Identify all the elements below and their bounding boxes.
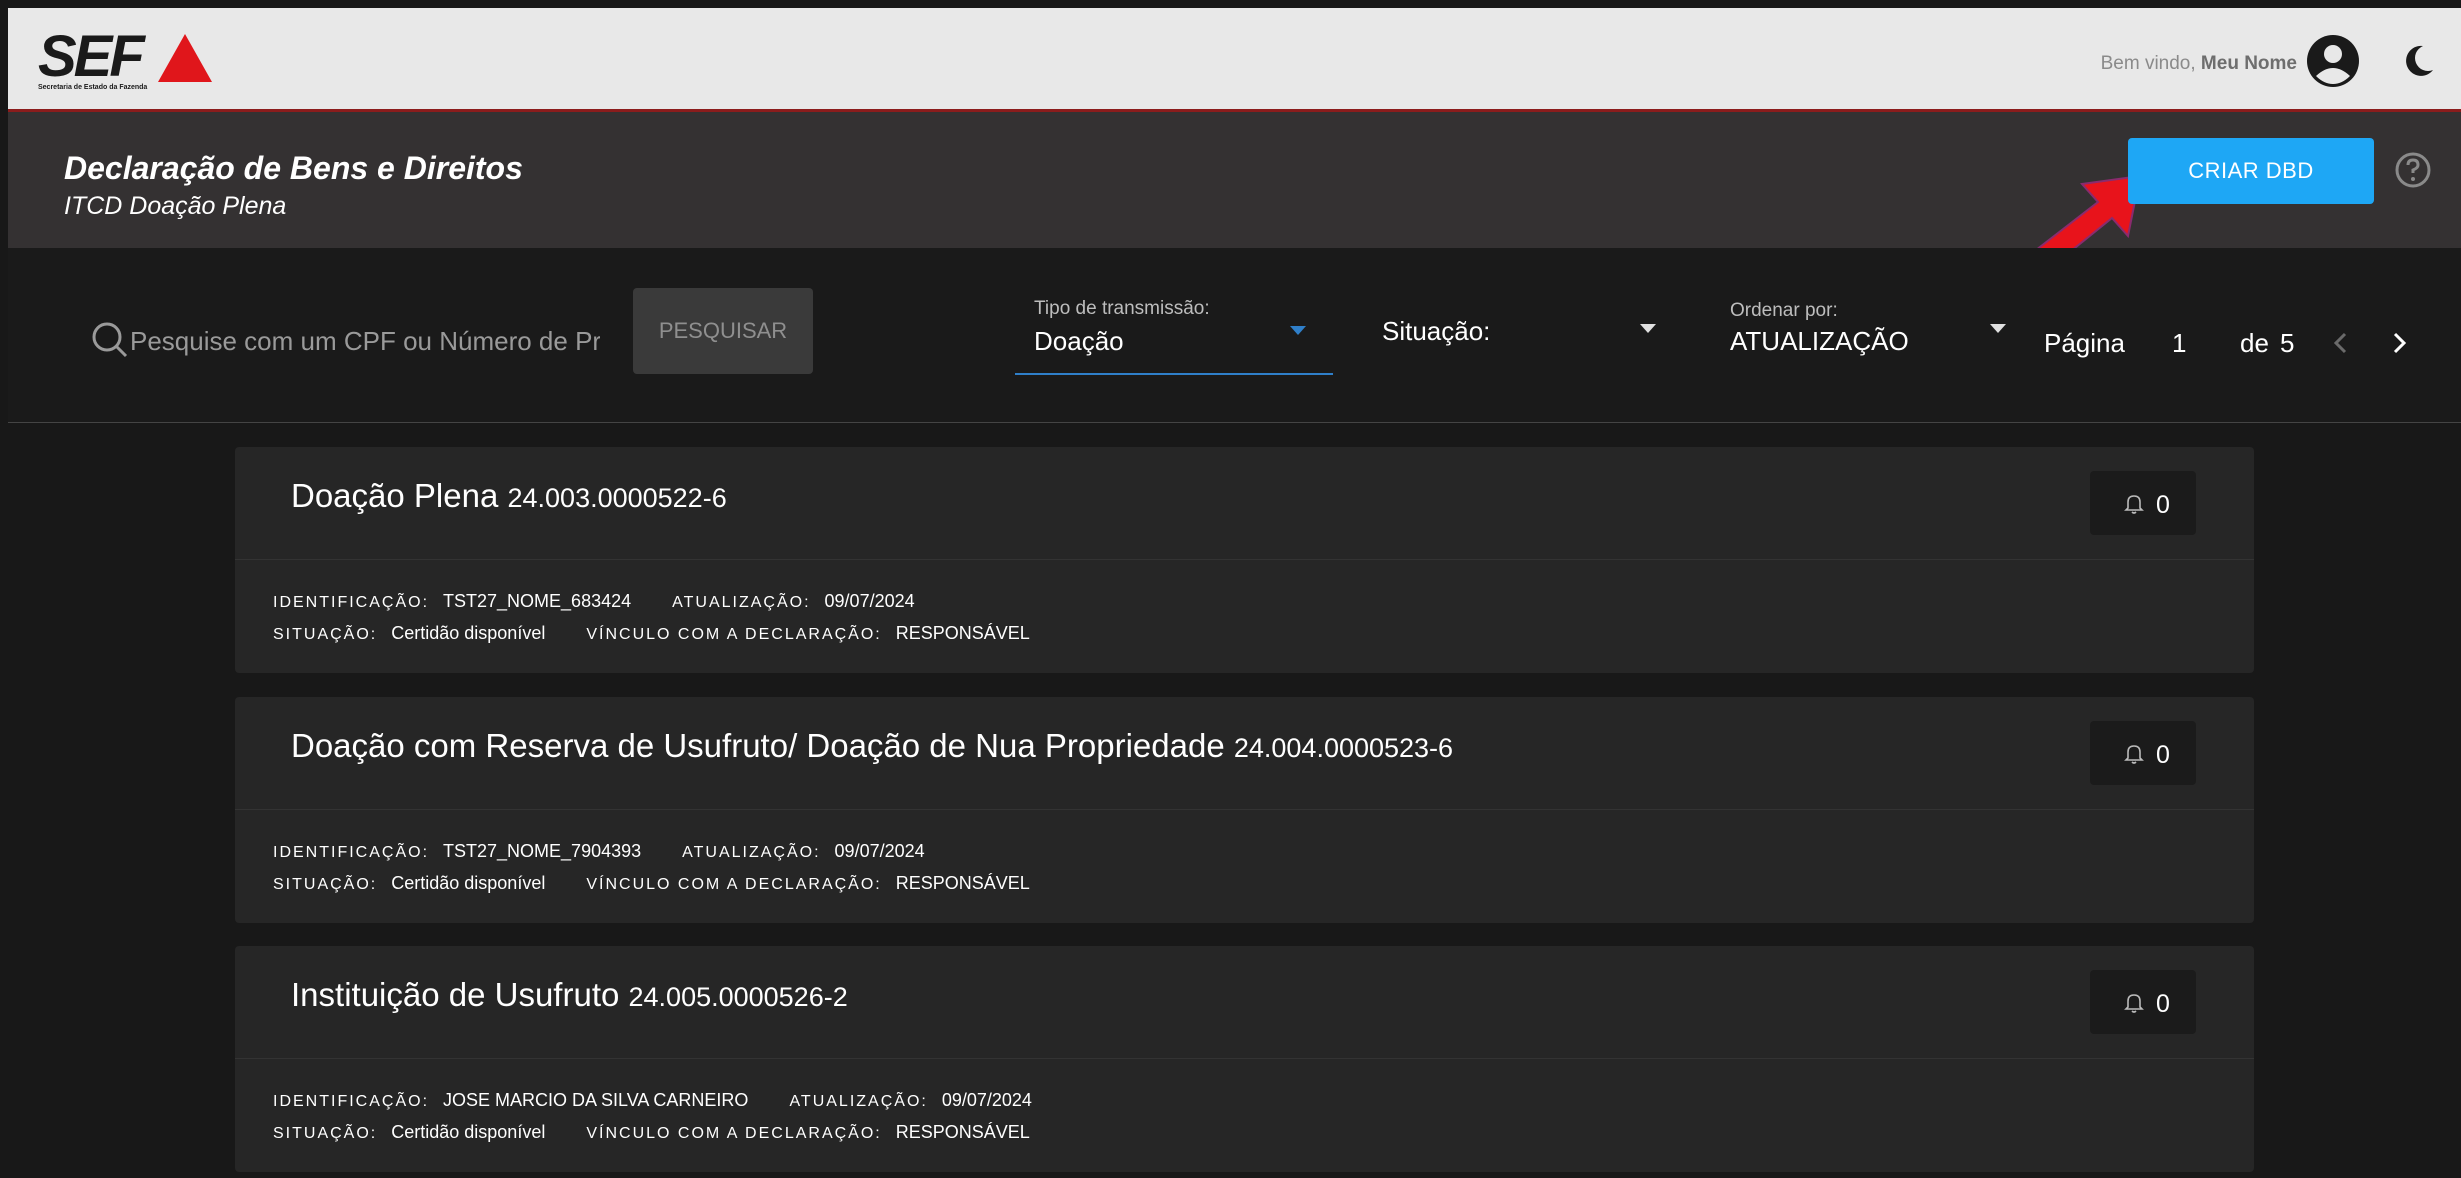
tipo-chevron-down-icon [1290, 326, 1306, 335]
declaration-card[interactable]: Instituição de Usufruto 24.005.0000526-2… [235, 946, 2254, 1172]
situacao-value: Certidão disponível [391, 873, 546, 893]
filter-bar: PESQUISAR Tipo de transmissão: Doação Si… [8, 248, 2461, 423]
card-meta-line-1: IDENTIFICAÇÃO: TST27_NOME_683424 ATUALIZA… [273, 591, 951, 612]
previous-page-chevron-left-icon[interactable] [2324, 326, 2358, 360]
page-title: Declaração de Bens e Direitos [64, 150, 523, 186]
de-label: de [2240, 328, 2269, 358]
logo-text: SEF [38, 24, 145, 89]
card-protocol-code: 24.005.0000526-2 [628, 982, 848, 1012]
situacao-chevron-down-icon [1640, 324, 1656, 333]
identificacao-value: TST27_NOME_7904393 [443, 841, 642, 861]
total-pages: 5 [2280, 328, 2295, 358]
declaration-card[interactable]: Doação Plena 24.003.0000522-6 0 IDENTIFI… [235, 447, 2254, 673]
identificacao-key: IDENTIFICAÇÃO: [273, 1093, 430, 1110]
card-title: Instituição de Usufruto 24.005.0000526-2 [291, 976, 848, 1014]
notifications-button[interactable]: 0 [2090, 970, 2196, 1034]
page-header: Declaração de Bens e Direitos ITCD Doaçã… [8, 112, 2461, 270]
situacao-key: SITUAÇÃO: [273, 876, 378, 893]
user-avatar-icon[interactable] [2306, 34, 2360, 88]
atualizacao-key: ATUALIZAÇÃO: [789, 1093, 928, 1110]
identificacao-value: JOSE MARCIO DA SILVA CARNEIRO [443, 1090, 749, 1110]
vinculo-value: RESPONSÁVEL [895, 873, 1030, 893]
atualizacao-value: 09/07/2024 [824, 591, 915, 611]
card-meta-line-1: IDENTIFICAÇÃO: TST27_NOME_7904393 ATUALIZ… [273, 841, 961, 862]
card-title-text: Instituição de Usufruto [291, 976, 620, 1013]
card-header: Doação Plena 24.003.0000522-6 0 [235, 447, 2254, 560]
ordenar-chevron-down-icon [1990, 324, 2006, 333]
situacao-value: Certidão disponível [391, 623, 546, 643]
vinculo-key: VÍNCULO COM A DECLARAÇÃO: [586, 876, 882, 893]
situacao-value: Certidão disponível [391, 1122, 546, 1142]
help-icon[interactable] [2393, 150, 2433, 190]
situacao-key: SITUAÇÃO: [273, 1125, 378, 1142]
notifications-button[interactable]: 0 [2090, 721, 2196, 785]
welcome-text: Bem vindo, Meu Nome [2101, 53, 2297, 75]
card-meta-line-2: SITUAÇÃO: Certidão disponível VÍNCULO COM… [273, 873, 1066, 894]
page-subtitle: ITCD Doação Plena [64, 192, 287, 220]
search-icon [92, 322, 128, 358]
notifications-button[interactable]: 0 [2090, 471, 2196, 535]
card-title-text: Doação Plena [291, 477, 499, 514]
card-meta-line-2: SITUAÇÃO: Certidão disponível VÍNCULO COM… [273, 1122, 1066, 1143]
notification-count: 0 [2156, 741, 2170, 769]
logo-subtitle: Secretaria de Estado da Fazenda [38, 84, 148, 91]
welcome-prefix: Bem vindo, [2100, 53, 2196, 74]
logo-triangle-icon [158, 34, 212, 82]
bell-icon [2124, 994, 2144, 1013]
ordenar-value: ATUALIZAÇÃO [1730, 326, 1909, 356]
atualizacao-key: ATUALIZAÇÃO: [682, 844, 821, 861]
notification-count: 0 [2156, 491, 2170, 519]
card-title: Doação Plena 24.003.0000522-6 [291, 477, 727, 515]
ordenar-label: Ordenar por: [1730, 300, 1838, 321]
situacao-key: SITUAÇÃO: [273, 626, 378, 643]
atualizacao-value: 09/07/2024 [941, 1090, 1032, 1110]
vinculo-value: RESPONSÁVEL [895, 1122, 1030, 1142]
tipo-underline [1015, 373, 1333, 375]
sef-logo[interactable]: SEF Secretaria de Estado da Fazenda [38, 26, 218, 96]
bell-icon [2124, 495, 2144, 514]
pesquisar-button[interactable]: PESQUISAR [633, 288, 813, 374]
card-title-text: Doação com Reserva de Usufruto/ Doação d… [291, 727, 1225, 764]
user-name: Meu Nome [2200, 53, 2297, 74]
vinculo-value: RESPONSÁVEL [895, 623, 1030, 643]
vinculo-key: VÍNCULO COM A DECLARAÇÃO: [586, 1125, 882, 1142]
card-protocol-code: 24.003.0000522-6 [507, 483, 727, 513]
criar-dbd-button[interactable]: CRIAR DBD [2128, 138, 2374, 204]
card-meta-line-1: IDENTIFICAÇÃO: JOSE MARCIO DA SILVA CARNE… [273, 1090, 1068, 1111]
declaration-card[interactable]: Doação com Reserva de Usufruto/ Doação d… [235, 697, 2254, 923]
atualizacao-key: ATUALIZAÇÃO: [672, 594, 811, 611]
bell-icon [2124, 745, 2144, 764]
dark-mode-moon-icon[interactable] [2399, 42, 2437, 80]
tipo-transmissao-label: Tipo de transmissão: [1034, 298, 1210, 319]
card-meta-line-2: SITUAÇÃO: Certidão disponível VÍNCULO COM… [273, 623, 1066, 644]
pagina-label: Página [2044, 328, 2125, 358]
card-protocol-code: 24.004.0000523-6 [1233, 733, 1454, 763]
card-header: Instituição de Usufruto 24.005.0000526-2… [235, 946, 2254, 1059]
card-header: Doação com Reserva de Usufruto/ Doação d… [235, 697, 2254, 810]
top-bar: SEF Secretaria de Estado da Fazenda Bem … [8, 8, 2461, 112]
notification-count: 0 [2156, 990, 2170, 1018]
vinculo-key: VÍNCULO COM A DECLARAÇÃO: [586, 626, 882, 643]
tipo-transmissao-value: Doação [1034, 326, 1124, 356]
situacao-label: Situação: [1382, 316, 1491, 346]
identificacao-key: IDENTIFICAÇÃO: [273, 594, 430, 611]
card-title: Doação com Reserva de Usufruto/ Doação d… [291, 727, 1453, 765]
search-input[interactable] [128, 318, 602, 364]
identificacao-value: TST27_NOME_683424 [443, 591, 632, 611]
pagina-input[interactable]: 1 [2172, 328, 2186, 359]
atualizacao-value: 09/07/2024 [834, 841, 925, 861]
identificacao-key: IDENTIFICAÇÃO: [273, 844, 430, 861]
next-page-chevron-right-icon[interactable] [2382, 326, 2416, 360]
